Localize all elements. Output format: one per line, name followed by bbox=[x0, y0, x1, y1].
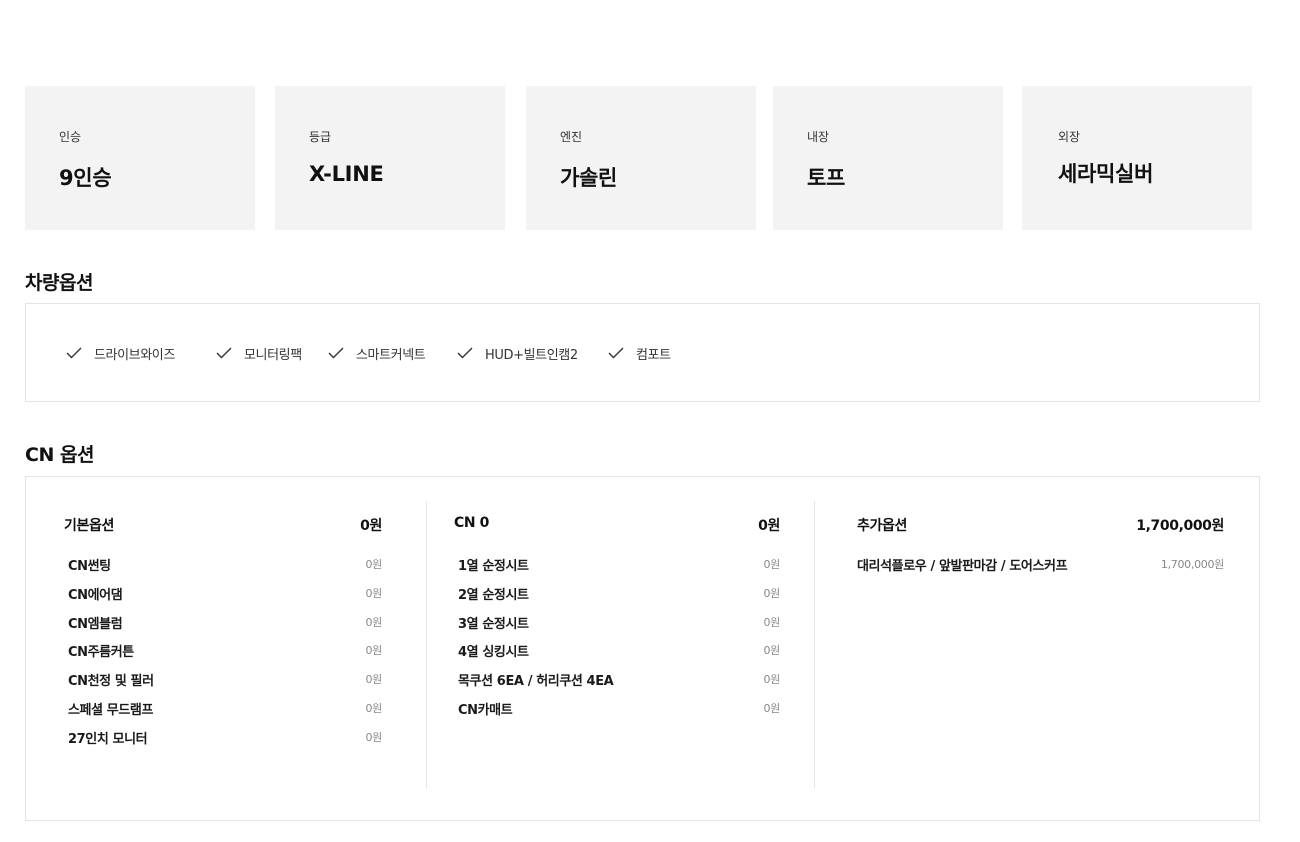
list-item: 스페셜 무드램프 0원 bbox=[68, 699, 382, 728]
spec-label: 인승 bbox=[59, 130, 82, 144]
spec-value: 토프 bbox=[807, 166, 846, 190]
option-name: CN엠블럼 bbox=[68, 616, 123, 632]
option-name: CN천정 및 필러 bbox=[68, 674, 154, 690]
option-name: 4열 싱킹시트 bbox=[458, 645, 529, 661]
list-item: 2열 순정시트 0원 bbox=[458, 584, 780, 613]
vehicle-options-box: 드라이브와이즈 모니터링팩 스마트커넥트 HUD+빌트인캠2 컴포트 bbox=[25, 303, 1260, 402]
spec-value: 9인승 bbox=[59, 166, 112, 190]
spec-label: 엔진 bbox=[560, 130, 583, 144]
option-price: 0원 bbox=[763, 644, 780, 658]
spec-card-seats: 인승 9인승 bbox=[25, 86, 255, 230]
option-price: 0원 bbox=[365, 673, 382, 687]
check-icon bbox=[457, 347, 473, 359]
option-name: CN썬팅 bbox=[68, 559, 111, 574]
cn-column-header: CN 0 0원 bbox=[454, 515, 780, 535]
vehicle-option-label: 컴포트 bbox=[636, 347, 671, 363]
cn-column-header: 추가옵션 1,700,000원 bbox=[857, 515, 1224, 535]
option-price: 1,700,000원 bbox=[1160, 558, 1224, 571]
option-name: 3열 순정시트 bbox=[458, 616, 529, 632]
cn-column-price: 0원 bbox=[360, 518, 382, 534]
option-name: 스페셜 무드램프 bbox=[68, 702, 154, 718]
cn-column-cn0: CN 0 0원 1열 순정시트 0원 2열 순정시트 0원 3열 순정시트 0원 4열… bbox=[454, 501, 780, 788]
option-price: 0원 bbox=[365, 586, 382, 600]
vehicle-option-item: 드라이브와이즈 bbox=[66, 344, 175, 363]
spec-label: 내장 bbox=[807, 130, 830, 144]
cn-option-list: CN썬팅 0원 CN에어댐 0원 CN엠블럼 0원 CN주름커튼 0원 CN천정 및 필… bbox=[68, 555, 382, 757]
option-price: 0원 bbox=[365, 730, 382, 744]
option-name: 2열 순정시트 bbox=[458, 587, 529, 603]
list-item: 1열 순정시트 0원 bbox=[458, 555, 780, 584]
check-icon bbox=[328, 347, 344, 359]
vehicle-option-label: 드라이브와이즈 bbox=[94, 347, 175, 363]
vehicle-option-item: 모니터링팩 bbox=[216, 344, 302, 363]
vehicle-option-item: HUD+빌트인캠2 bbox=[457, 344, 578, 363]
option-price: 0원 bbox=[365, 615, 382, 629]
list-item: CN주름커튼 0원 bbox=[68, 641, 382, 670]
vehicle-option-item: 스마트커넥트 bbox=[328, 344, 426, 363]
option-price: 0원 bbox=[763, 615, 780, 629]
option-name: CN에어댐 bbox=[68, 587, 123, 603]
option-price: 0원 bbox=[763, 586, 780, 600]
list-item: 27인치 모니터 0원 bbox=[68, 728, 382, 757]
check-icon bbox=[216, 347, 232, 359]
option-price: 0원 bbox=[763, 673, 780, 687]
spec-value: X-LINE bbox=[309, 162, 384, 186]
option-price: 0원 bbox=[365, 558, 382, 571]
vehicle-option-label: HUD+빌트인캠2 bbox=[485, 347, 578, 363]
option-name: CN카매트 bbox=[458, 702, 513, 718]
list-item: 대리석플로우 / 앞발판마감 / 도어스커프 1,700,000원 bbox=[857, 555, 1224, 584]
spec-label: 등급 bbox=[309, 130, 332, 144]
list-item: CN카매트 0원 bbox=[458, 699, 780, 728]
option-name: 목쿠션 6EA / 허리쿠션 4EA bbox=[458, 674, 614, 690]
cn-column-header: 기본옵션 0원 bbox=[64, 515, 382, 535]
option-price: 0원 bbox=[763, 701, 780, 715]
vehicle-option-item: 컴포트 bbox=[608, 344, 671, 363]
option-name: CN주름커튼 bbox=[68, 645, 134, 661]
option-name: 1열 순정시트 bbox=[458, 559, 529, 574]
option-name: 27인치 모니터 bbox=[68, 731, 148, 747]
cn-column-additional: 추가옵션 1,700,000원 대리석플로우 / 앞발판마감 / 도어스커프 1,… bbox=[857, 501, 1224, 788]
column-divider bbox=[814, 501, 815, 788]
option-name: 대리석플로우 / 앞발판마감 / 도어스커프 bbox=[857, 559, 1068, 574]
cn-column-name: 추가옵션 bbox=[857, 518, 907, 534]
vehicle-option-label: 모니터링팩 bbox=[244, 347, 302, 363]
check-icon bbox=[66, 347, 82, 359]
cn-option-list: 1열 순정시트 0원 2열 순정시트 0원 3열 순정시트 0원 4열 싱킹시트 0원 … bbox=[458, 555, 780, 728]
list-item: CN썬팅 0원 bbox=[68, 555, 382, 584]
option-price: 0원 bbox=[365, 701, 382, 715]
check-icon bbox=[608, 347, 624, 359]
cn-column-price: 0원 bbox=[758, 518, 780, 534]
vehicle-option-label: 스마트커넥트 bbox=[356, 347, 426, 363]
vehicle-options-title: 차량옵션 bbox=[25, 272, 93, 294]
cn-option-list: 대리석플로우 / 앞발판마감 / 도어스커프 1,700,000원 bbox=[857, 555, 1224, 584]
spec-value: 세라믹실버 bbox=[1058, 162, 1154, 186]
list-item: 4열 싱킹시트 0원 bbox=[458, 641, 780, 670]
spec-card-engine: 엔진 가솔린 bbox=[526, 86, 756, 230]
list-item: CN엠블럼 0원 bbox=[68, 613, 382, 642]
list-item: CN에어댐 0원 bbox=[68, 584, 382, 613]
cn-column-price: 1,700,000원 bbox=[1136, 518, 1224, 534]
list-item: 목쿠션 6EA / 허리쿠션 4EA 0원 bbox=[458, 670, 780, 699]
cn-options-box: 기본옵션 0원 CN썬팅 0원 CN에어댐 0원 CN엠블럼 0원 CN주름커튼 0원 … bbox=[25, 476, 1260, 821]
spec-card-interior: 내장 토프 bbox=[773, 86, 1003, 230]
spec-label: 외장 bbox=[1058, 130, 1081, 144]
spec-summary: 인승 9인승 등급 X-LINE 엔진 가솔린 내장 토프 외장 세라믹실버 bbox=[25, 86, 1260, 230]
list-item: CN천정 및 필러 0원 bbox=[68, 670, 382, 699]
list-item: 3열 순정시트 0원 bbox=[458, 613, 780, 642]
spec-card-grade: 등급 X-LINE bbox=[275, 86, 505, 230]
cn-options-title: CN 옵션 bbox=[25, 444, 94, 466]
option-price: 0원 bbox=[365, 644, 382, 658]
cn-column-name: CN 0 bbox=[454, 515, 490, 531]
column-divider bbox=[426, 501, 427, 788]
option-price: 0원 bbox=[763, 558, 780, 571]
spec-value: 가솔린 bbox=[560, 166, 618, 190]
spec-card-exterior: 외장 세라믹실버 bbox=[1022, 86, 1252, 230]
cn-column-basic: 기본옵션 0원 CN썬팅 0원 CN에어댐 0원 CN엠블럼 0원 CN주름커튼 0원 … bbox=[64, 501, 382, 788]
cn-column-name: 기본옵션 bbox=[64, 518, 114, 534]
